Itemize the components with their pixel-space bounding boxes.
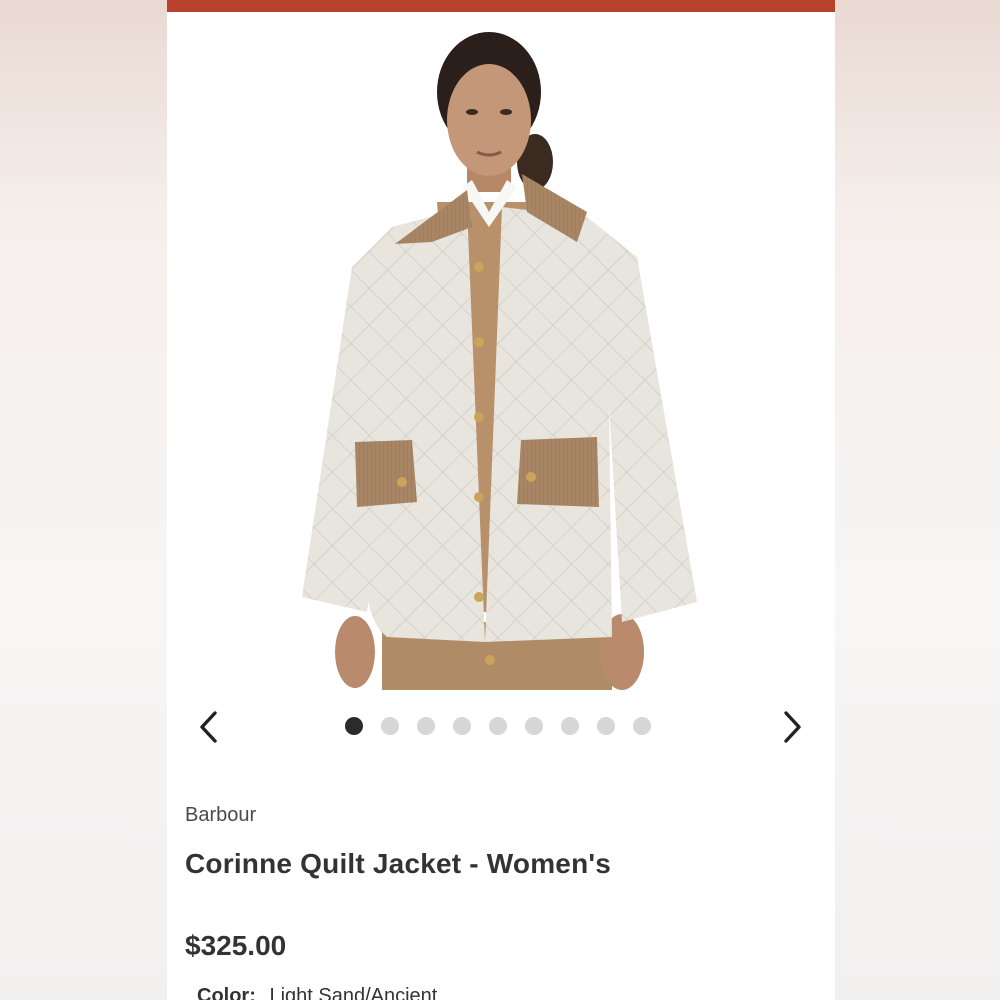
carousel-dot-8[interactable] bbox=[597, 717, 615, 735]
previous-image-button[interactable] bbox=[189, 707, 229, 747]
chevron-right-icon bbox=[784, 711, 801, 743]
product-price: $325.00 bbox=[185, 930, 287, 961]
carousel-dot-5[interactable] bbox=[489, 717, 507, 735]
background-left bbox=[0, 0, 167, 1000]
next-image-button[interactable] bbox=[772, 707, 812, 747]
carousel-dot-1[interactable] bbox=[345, 717, 363, 735]
color-label: Color: bbox=[197, 985, 256, 1000]
carousel-dot-7[interactable] bbox=[561, 717, 579, 735]
color-value: Light Sand/Ancient bbox=[269, 985, 438, 1000]
background-right bbox=[835, 0, 1000, 1000]
product-screen: Barbour Corinne Quilt Jacket - Women's $… bbox=[167, 0, 835, 1000]
carousel-dot-9[interactable] bbox=[633, 717, 651, 735]
carousel-dot-3[interactable] bbox=[417, 717, 435, 735]
carousel-dots bbox=[345, 717, 651, 737]
accent-header-bar bbox=[167, 0, 835, 12]
product-title: Corinne Quilt Jacket - Women's bbox=[185, 848, 611, 879]
product-brand[interactable]: Barbour bbox=[185, 804, 256, 827]
product-color-row: Color: Light Sand/Ancient bbox=[197, 985, 437, 1000]
chevron-left-icon bbox=[200, 711, 217, 743]
carousel-dot-2[interactable] bbox=[381, 717, 399, 735]
model-photo-illustration bbox=[302, 32, 697, 690]
carousel-dot-6[interactable] bbox=[525, 717, 543, 735]
product-image[interactable] bbox=[167, 12, 835, 690]
carousel-dot-4[interactable] bbox=[453, 717, 471, 735]
